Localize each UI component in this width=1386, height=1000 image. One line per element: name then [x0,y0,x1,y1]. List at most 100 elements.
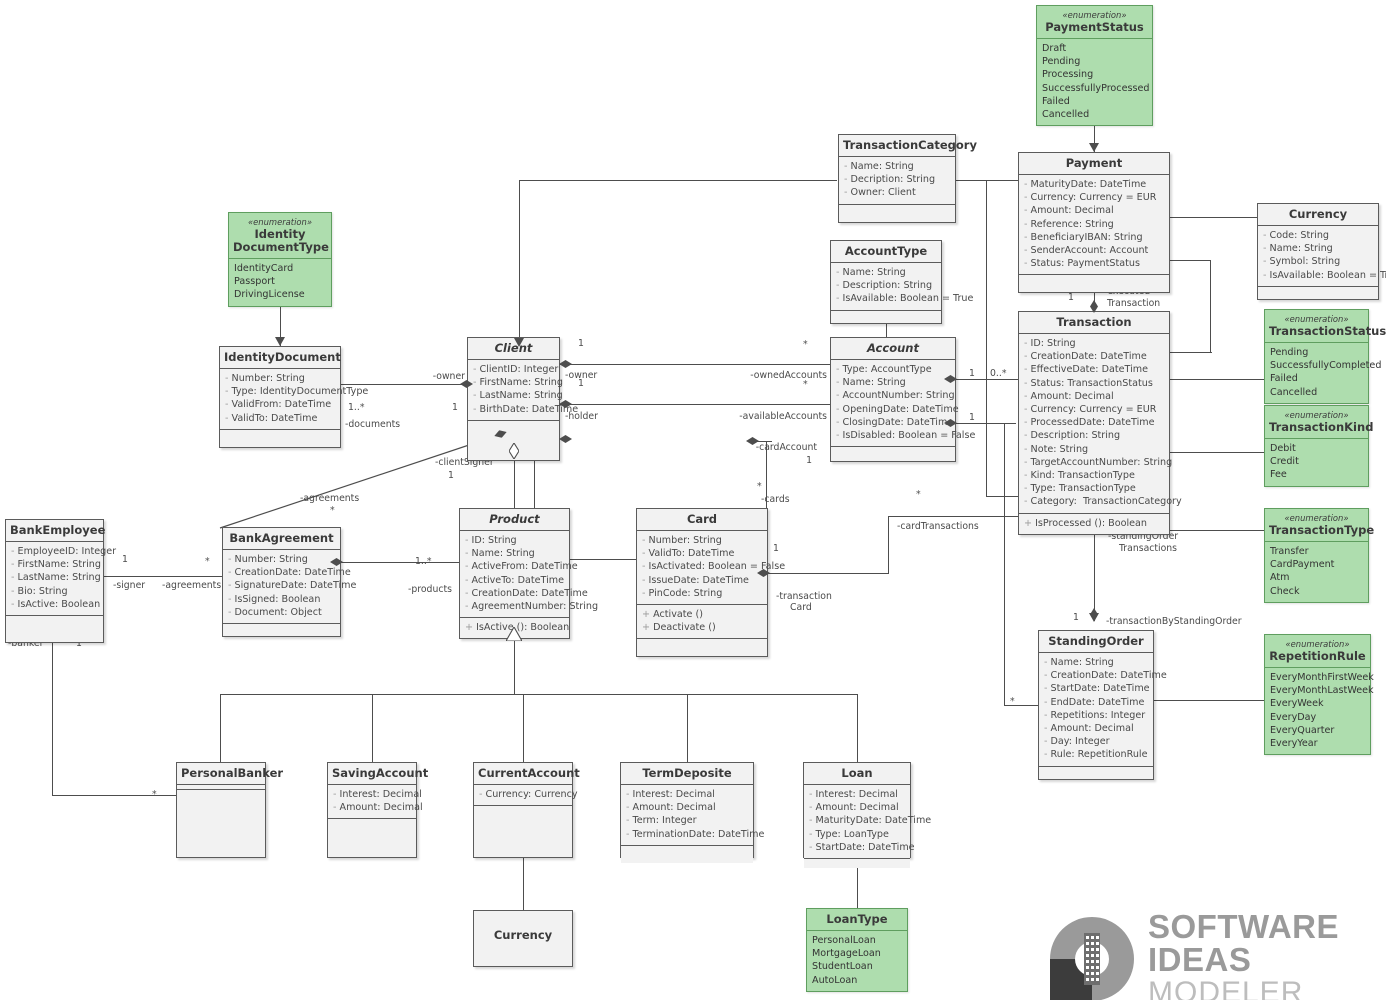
class-node-term-deposite[interactable]: TermDeposite - Interest: Decimal - Amoun… [620,762,764,863]
enum-literal: Cancelled [1042,109,1090,121]
class-node-personal-banker[interactable]: PersonalBanker [176,762,283,858]
attribute: - Number: String [228,554,308,565]
attribute: - Interest: Decimal [333,789,422,800]
enum-literal: MortgageLoan [812,948,881,960]
class-node-transaction-category[interactable]: TransactionCategory - Name: String - Dec… [838,134,977,223]
class-name: AccountType [844,244,928,258]
class-title: Transaction [1019,312,1169,334]
label-card-transactions-mult: * [916,489,921,500]
class-node-product[interactable]: Product - ID: String - Name: String - Ac… [459,508,598,640]
enum-literal: Passport [234,276,275,288]
attribute: - ValidTo: DateTime [642,548,735,560]
enum-literal: Fee [1270,469,1287,481]
attribute: - Name: String [1044,657,1114,668]
attributes-compartment: - Interest: Decimal - Amount: Decimal - … [804,785,931,860]
class-node-current-account[interactable]: CurrentAccount - Currency: Currency [473,762,580,858]
class-node-repetition-rule[interactable]: «enumeration» RepetitionRule EveryMonthF… [1264,634,1374,756]
label-documents-mult: 1..* [348,402,365,413]
class-node-standing-order[interactable]: StandingOrder - Name: String - CreationD… [1038,630,1167,780]
attribute: - Number: String [642,535,722,546]
enum-literal: IdentityCard [234,263,294,274]
attributes-compartment: - Number: String - Type: IdentityDocumen… [220,369,368,430]
class-node-transaction-kind[interactable]: «enumeration» TransactionKind Debit Cred… [1264,405,1373,487]
class-node-loan[interactable]: Loan - Interest: Decimal - Amount: Decim… [803,762,931,869]
enum-literal: Cancelled [1270,386,1318,398]
attributes-compartment: - Currency: Currency [474,785,578,807]
edge-bus-termdeposite [687,694,689,762]
operations-compartment: + Activate () + Deactivate () [637,605,767,640]
extra-compartment [637,639,767,657]
class-title: BankEmployee [6,520,105,542]
class-node-card[interactable]: Card - Number: String - ValidTo: DateTim… [636,508,785,658]
class-node-account-type[interactable]: AccountType - Name: String - Description… [830,240,974,324]
class-title: «enumeration» PaymentStatus [1037,6,1152,39]
attribute: - Currency: Currency [479,789,578,800]
aggregation-diamond-client-cards [559,435,572,443]
literals-compartment: Pending SuccessfullyCompleted Failed Can… [1265,343,1381,403]
class-title: Currency [474,911,572,946]
edge-transaction-txstatus [1170,379,1264,381]
class-node-payment-status[interactable]: «enumeration» PaymentStatus Draft Pendin… [1036,5,1153,127]
attribute: - Interest: Decimal [809,789,898,800]
logo-line2: MODELER [1148,976,1304,1000]
enum-literal: Check [1270,585,1300,597]
attributes-compartment: - Number: String - ValidTo: DateTime - I… [637,531,785,606]
class-name: TransactionKind [1269,420,1374,434]
class-node-identity-document-type[interactable]: «enumeration» Identity DocumentType Iden… [228,212,332,307]
attribute: - Currency: Currency = EUR [1024,192,1157,204]
class-node-currency-bottom[interactable]: Currency [473,910,573,967]
class-title: TermDeposite [621,763,753,785]
operations-compartment [804,859,910,869]
class-name: RepetitionRule [1269,649,1366,663]
class-node-loan-type[interactable]: LoanType PersonalLoan MortgageLoan Stude… [806,908,908,992]
attribute: - StartDate: DateTime [1044,683,1150,695]
class-title: «enumeration» Identity DocumentType [229,213,331,259]
class-node-bank-agreement[interactable]: BankAgreement - Number: String - Creatio… [222,527,356,638]
attributes-compartment: - ID: String - Name: String - ActiveFrom… [460,531,598,619]
attribute: - Rule: RepetitionRule [1044,749,1148,761]
class-node-saving-account[interactable]: SavingAccount - Interest: Decimal - Amou… [327,762,428,858]
class-name: CurrentAccount [478,766,580,780]
enum-literal: AutoLoan [812,974,858,986]
class-node-account[interactable]: Account - Type: AccountType - Name: Stri… [830,337,975,463]
attribute: - ClosingDate: DateTime [836,416,954,428]
edge-txcategory-transaction-a [956,180,1020,182]
enum-literal: DrivingLicense [234,289,305,301]
attribute: - Interest: Decimal [626,789,715,800]
attribute: - IsAvailable: Boolean = True [836,293,974,305]
label-products-role: -products [408,584,452,595]
attribute: - ActiveTo: DateTime [465,574,564,586]
software-ideas-modeler-logo: SOFTWARE IDEAS MODELER [1046,910,1386,1000]
attribute: - MaturityDate: DateTime [1024,179,1147,190]
attribute: - FirstName: String [473,377,563,389]
class-node-bank-employee[interactable]: BankEmployee - EmployeeID: Integer - Fir… [5,519,116,644]
class-node-currency[interactable]: Currency - Code: String - Name: String -… [1257,203,1386,300]
attribute: - ValidFrom: DateTime [225,399,332,411]
class-name: LoanType [826,912,888,926]
label-products-mult: 1..* [415,556,432,567]
aggregation-diamond-client-product [508,441,520,461]
class-node-transaction-type[interactable]: «enumeration» TransactionType Transfer C… [1264,508,1374,603]
class-node-payment[interactable]: Payment - MaturityDate: DateTime - Curre… [1018,152,1170,294]
label-tx-by-standing-role: -transactionByStandingOrder [1106,616,1242,627]
label-transaction-card-role-2: Card [790,602,812,613]
attributes-compartment: - Name: String - CreationDate: DateTime … [1039,653,1167,767]
attributes-compartment: - Name: String - Description: String - I… [831,263,974,311]
label-standing-order-tx-2: Transactions [1119,543,1178,554]
class-node-transaction[interactable]: Transaction - ID: String - CreationDate:… [1018,311,1182,535]
label-cards-mult: * [757,481,762,492]
attribute: - LastName: String [473,390,563,402]
label-signer-role: -signer [113,580,146,591]
label-agreements-top-role: -agreements [300,493,360,504]
class-node-transaction-status[interactable]: «enumeration» TransactionStatus Pending … [1264,309,1386,404]
class-name: TransactionStatus [1269,324,1386,338]
attribute: - Symbol: String [1263,256,1341,268]
attribute: - LastName: String [11,572,101,584]
edge-client-account-owned [560,364,838,366]
operations-compartment: + IsProcessed (): Boolean [1019,513,1169,534]
attribute: - Currency: Currency = EUR [1024,404,1157,416]
attribute: - Reference: String [1024,218,1114,230]
class-node-identity-document[interactable]: IdentityDocument - Number: String - Type… [219,346,368,448]
operations-compartment [6,616,103,643]
edge-client-account-available [560,404,838,406]
